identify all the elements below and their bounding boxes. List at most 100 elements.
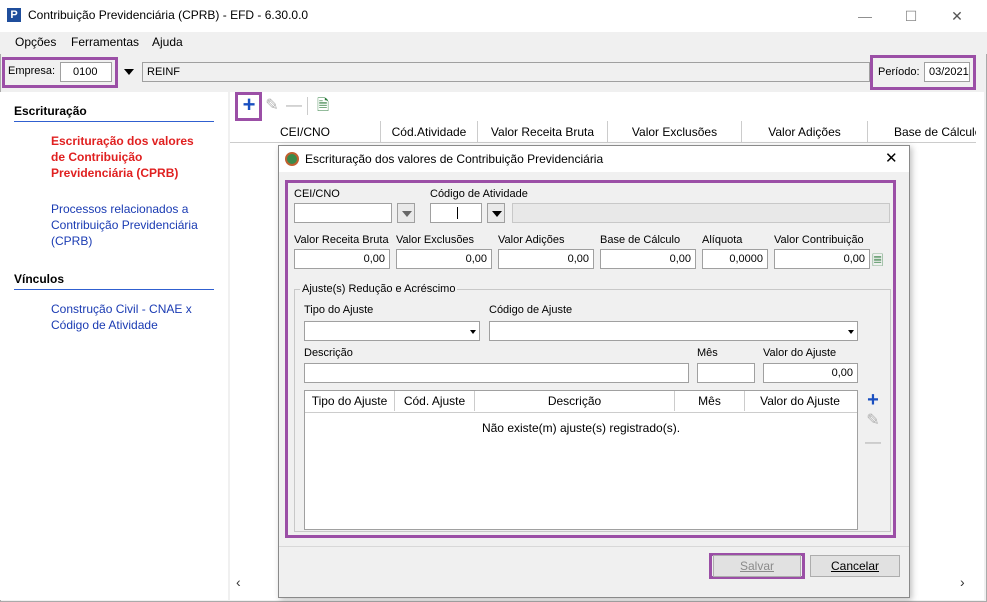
empresa-name-field: REINF [142, 62, 870, 82]
aliquota-label: Alíquota [702, 234, 743, 246]
exclusoes-label: Valor Exclusões [396, 234, 475, 246]
cod-atividade-label: Código de Atividade [430, 188, 528, 200]
scroll-right-icon[interactable]: › [960, 574, 965, 590]
dialog-app-icon [285, 152, 299, 166]
pencil-icon: ✎ [866, 412, 880, 429]
sidebar: Escrituração Escrituração dos valores de… [0, 92, 228, 600]
calculator-icon[interactable]: 🗏 [872, 250, 883, 274]
cod-atividade-input[interactable] [430, 203, 482, 223]
col-descricao[interactable]: Descrição [475, 391, 675, 411]
tipo-ajuste-select[interactable] [304, 321, 480, 341]
descricao-label: Descrição [304, 347, 353, 359]
import-button[interactable]: 🗎 [312, 95, 334, 117]
edit-ajuste-button[interactable]: ✎ [863, 410, 883, 430]
tipo-ajuste-label: Tipo do Ajuste [304, 304, 374, 316]
col-valor-receita[interactable]: Valor Receita Bruta [478, 121, 608, 143]
save-button[interactable]: Salvar [713, 555, 801, 577]
remove-button[interactable]: — [283, 95, 305, 117]
col-valor-exclusoes[interactable]: Valor Exclusões [608, 121, 742, 143]
minus-icon: — [865, 434, 881, 451]
title-bar: P Contribuição Previdenciária (CPRB) - E… [0, 0, 987, 32]
sidebar-item-processos-cprb[interactable]: Processos relacionados a Contribuição Pr… [51, 201, 211, 249]
add-button[interactable]: + [238, 92, 260, 117]
empresa-label: Empresa: [8, 65, 56, 77]
cod-atividade-dropdown[interactable] [487, 203, 505, 223]
plus-icon: + [242, 92, 256, 117]
col-valor-adicoes[interactable]: Valor Adições [742, 121, 868, 143]
divider [14, 121, 214, 122]
chevron-down-icon [848, 330, 854, 334]
menu-ajuda[interactable]: Ajuda [152, 35, 183, 49]
sidebar-section-vinculos: Vínculos [14, 272, 65, 286]
exclusoes-input[interactable]: 0,00 [396, 249, 492, 269]
chevron-down-icon [470, 330, 476, 334]
cei-cno-dropdown[interactable] [397, 203, 415, 223]
col-tipo-ajuste[interactable]: Tipo do Ajuste [305, 391, 395, 411]
close-icon[interactable]: ✕ [942, 4, 972, 28]
periodo-input[interactable]: 03/2021 [924, 62, 970, 82]
cancel-label: Cancelar [830, 559, 880, 573]
adicoes-input[interactable]: 0,00 [498, 249, 594, 269]
col-cei-cno[interactable]: CEI/CNO [230, 121, 380, 143]
window-title: Contribuição Previdenciária (CPRB) - EFD… [28, 8, 309, 22]
chevron-down-icon [492, 211, 502, 217]
sidebar-item-construcao-civil[interactable]: Construção Civil - CNAE x Código de Ativ… [51, 301, 211, 333]
add-ajuste-button[interactable]: + [863, 390, 883, 410]
aliquota-input[interactable]: 0,0000 [702, 249, 768, 269]
cancel-button[interactable]: Cancelar [810, 555, 900, 577]
minimize-icon[interactable]: — [850, 4, 880, 28]
scroll-left-icon[interactable]: ‹ [236, 574, 241, 590]
col-cod-atividade[interactable]: Cód.Atividade [380, 121, 478, 143]
empty-message: Não existe(m) ajuste(s) registrado(s). [481, 421, 681, 435]
receita-label: Valor Receita Bruta [294, 234, 389, 246]
import-file-icon: 🗎 [316, 97, 330, 114]
app-icon: P [7, 8, 21, 22]
menu-bar: Opções Ferramentas Ajuda [0, 32, 987, 54]
edit-button[interactable]: ✎ [261, 95, 283, 117]
cei-cno-input[interactable] [294, 203, 392, 223]
col-mes[interactable]: Mês [675, 391, 745, 411]
pencil-icon: ✎ [265, 97, 279, 114]
codigo-ajuste-select[interactable] [489, 321, 858, 341]
menu-opcoes[interactable]: Opções [15, 35, 56, 49]
empresa-name: REINF [147, 66, 180, 78]
ajustes-table: Tipo do Ajuste Cód. Ajuste Descrição Mês… [304, 390, 858, 530]
col-base-calculo[interactable]: Base de Cálculo [868, 121, 976, 143]
divider [14, 289, 214, 290]
dialog-close-icon[interactable]: ✕ [885, 149, 898, 167]
base-label: Base de Cálculo [600, 234, 681, 246]
grid-header: CEI/CNO Cód.Atividade Valor Receita Brut… [230, 121, 976, 143]
valor-ajuste-label: Valor do Ajuste [763, 347, 837, 359]
receita-input[interactable]: 0,00 [294, 249, 390, 269]
plus-icon: + [867, 389, 879, 411]
sidebar-section-escrituracao: Escrituração [14, 104, 87, 118]
dialog-title-bar: Escrituração dos valores de Contribuição… [279, 146, 909, 172]
empresa-dropdown[interactable] [120, 62, 138, 82]
base-input[interactable]: 0,00 [600, 249, 696, 269]
text-cursor [457, 207, 458, 219]
descricao-input[interactable] [304, 363, 689, 383]
maximize-icon[interactable]: ☐ [896, 4, 926, 28]
contribuicao-label: Valor Contribuição [774, 234, 864, 246]
remove-ajuste-button[interactable]: — [863, 432, 883, 452]
cei-cno-label: CEI/CNO [294, 188, 340, 200]
periodo-label: Período: [878, 66, 920, 78]
contribuicao-input[interactable]: 0,00 [774, 249, 870, 269]
valor-ajuste-input[interactable]: 0,00 [763, 363, 858, 383]
chevron-down-icon [124, 69, 134, 75]
ajustes-table-header: Tipo do Ajuste Cód. Ajuste Descrição Mês… [305, 391, 857, 413]
minus-icon: — [286, 97, 302, 114]
footer-divider [279, 546, 909, 547]
col-valor-ajuste[interactable]: Valor do Ajuste [745, 391, 855, 411]
atividade-description-field [512, 203, 890, 223]
ajustes-group-title: Ajuste(s) Redução e Acréscimo [300, 283, 458, 295]
col-cod-ajuste[interactable]: Cód. Ajuste [395, 391, 475, 411]
menu-ferramentas[interactable]: Ferramentas [71, 35, 139, 49]
empresa-value: 0100 [73, 66, 98, 78]
dialog-title: Escrituração dos valores de Contribuição… [305, 152, 604, 166]
codigo-ajuste-label: Código de Ajuste [489, 304, 573, 316]
mes-input[interactable] [697, 363, 755, 383]
sidebar-item-escrituracao-cprb[interactable]: Escrituração dos valores de Contribuição… [51, 133, 211, 181]
periodo-value: 03/2021 [929, 66, 969, 78]
empresa-input[interactable]: 0100 [60, 62, 112, 82]
